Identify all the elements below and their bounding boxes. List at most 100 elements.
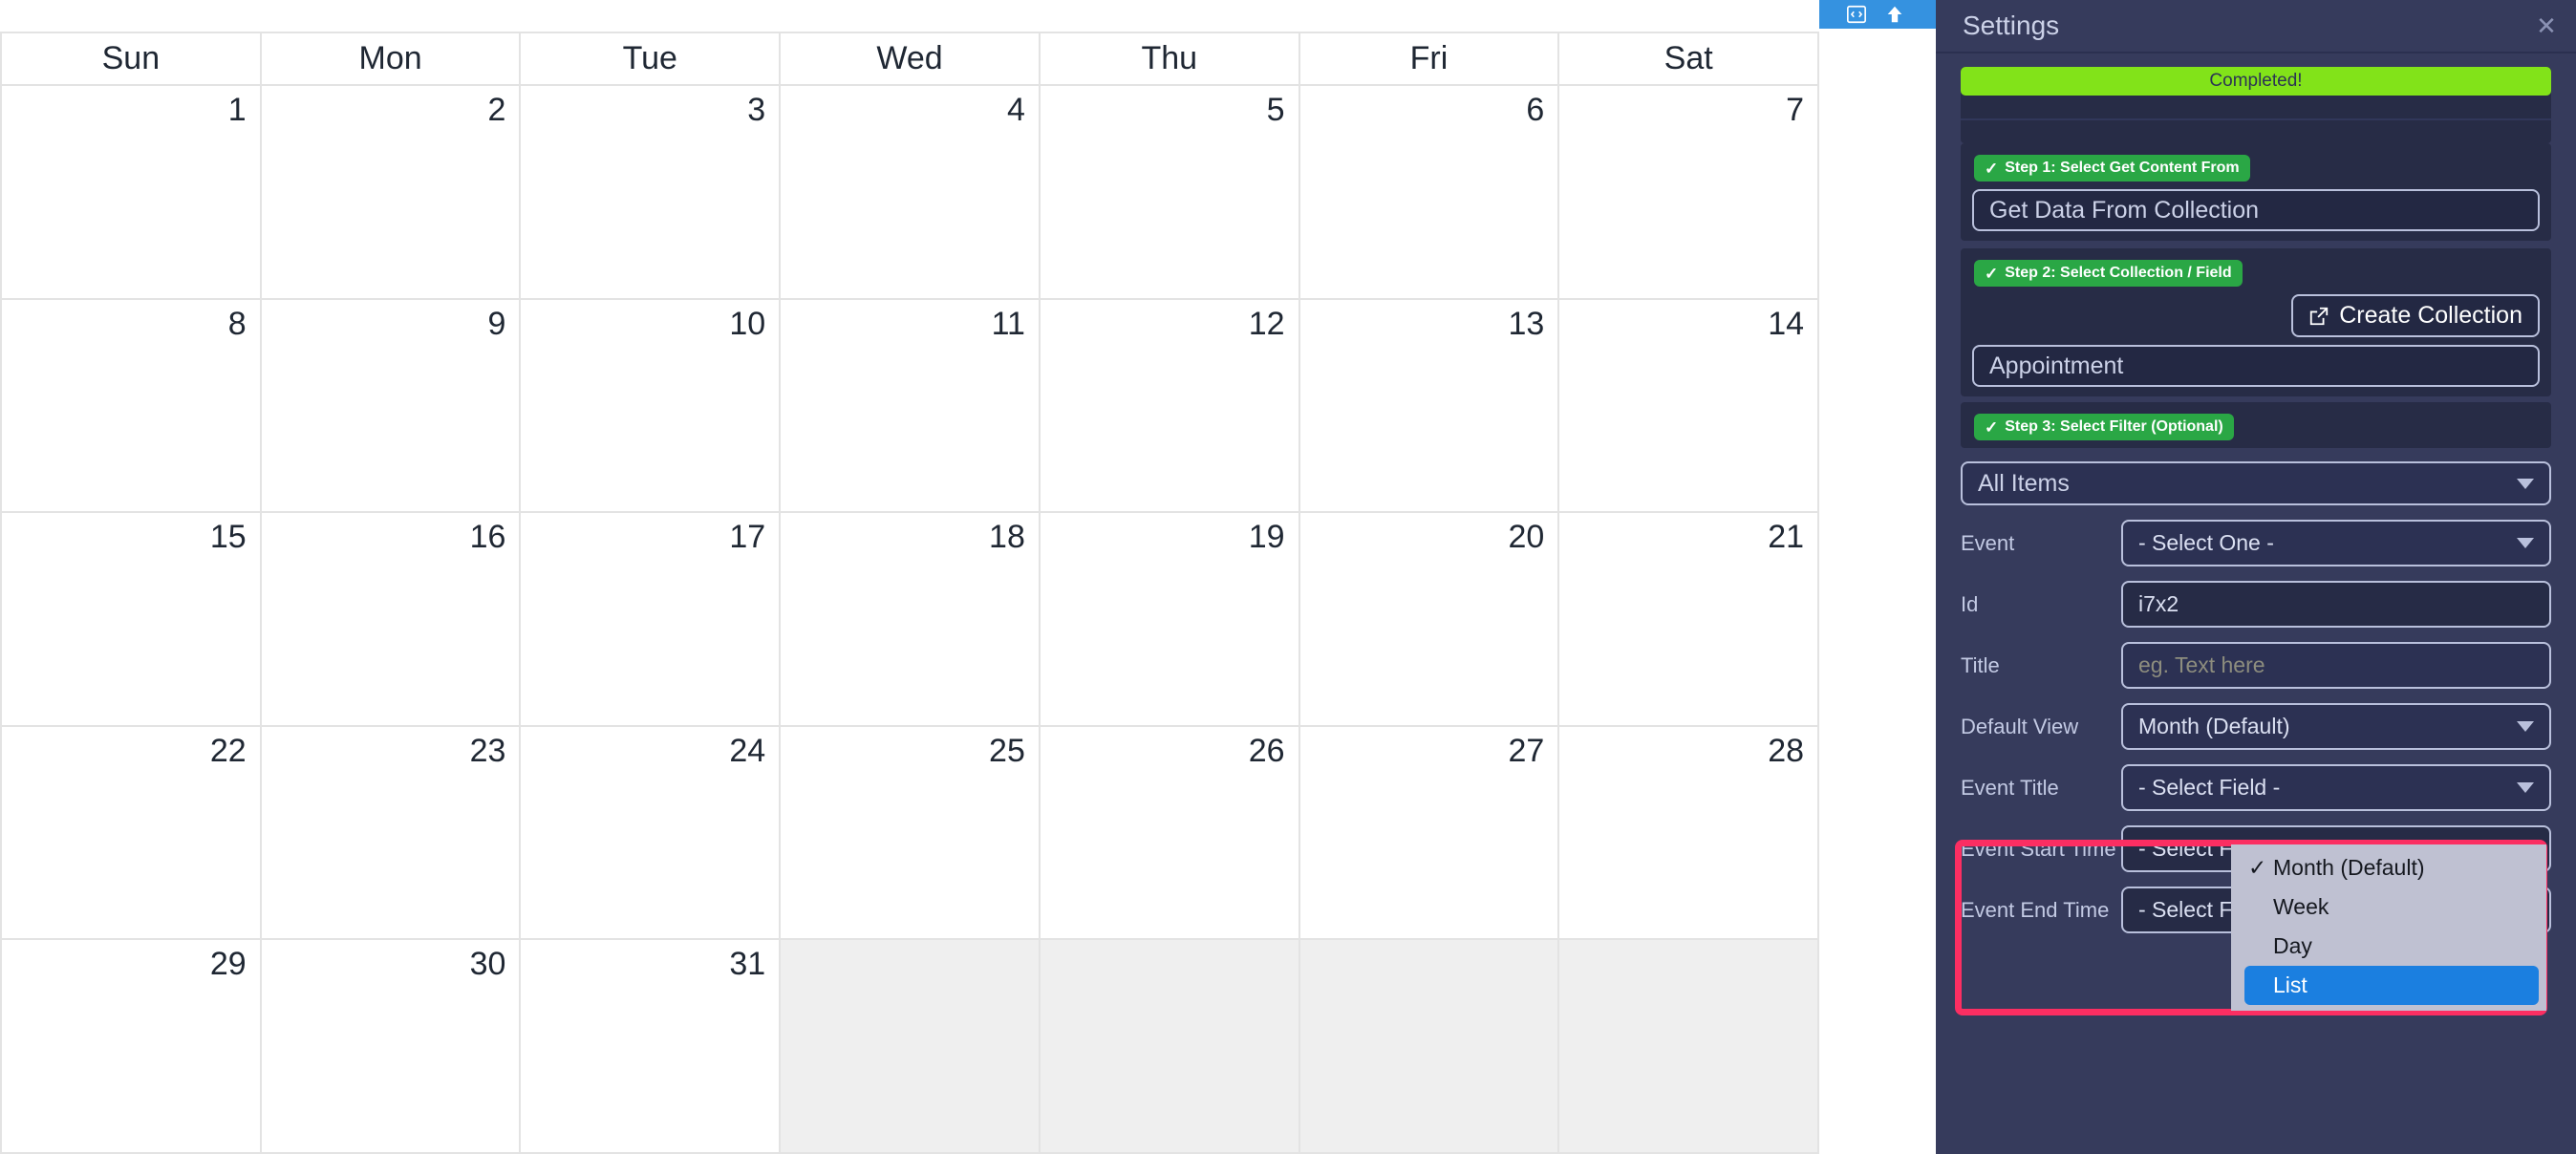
check-icon: ✓: [2248, 855, 2267, 880]
calendar-day-cell[interactable]: 26: [1040, 726, 1300, 941]
calendar-day-cell[interactable]: 28: [1559, 726, 1820, 941]
external-link-icon: [2308, 306, 2329, 327]
field-label: Event: [1961, 530, 2015, 555]
field-row-title: Title eg. Text here: [1961, 642, 2551, 689]
calendar-day-cell[interactable]: [1040, 940, 1300, 1154]
select-value: Month (Default): [2138, 714, 2290, 738]
code-icon[interactable]: [1846, 4, 1867, 25]
close-icon[interactable]: ✕: [2532, 13, 2561, 38]
field-row-event-title: Event Title - Select Field -: [1961, 764, 2551, 811]
field-control: Month (Default): [2121, 703, 2551, 750]
check-icon: ✓: [1985, 417, 1999, 437]
select-event-title[interactable]: - Select Field -: [2121, 764, 2551, 811]
filter-select[interactable]: All Items: [1961, 461, 2551, 505]
dropdown-option-label: Day: [2273, 933, 2312, 958]
dropdown-option-day[interactable]: Day: [2231, 927, 2546, 966]
calendar-day-cell[interactable]: 1: [2, 86, 262, 300]
dropdown-option-month-default-[interactable]: ✓ Month (Default): [2231, 848, 2546, 887]
calendar-day-cell[interactable]: 11: [781, 299, 1041, 514]
dropdown-option-week[interactable]: Week: [2231, 887, 2546, 927]
check-icon: ✓: [1985, 264, 1999, 283]
calendar-day-cell[interactable]: [1299, 940, 1560, 1154]
field-row-event: Event - Select One -: [1961, 520, 2551, 566]
field-control: - Select One -: [2121, 520, 2551, 566]
calendar-day-cell[interactable]: 9: [261, 299, 522, 514]
step-badge-3[interactable]: ✓ Step 3: Select Filter (Optional): [1974, 414, 2234, 440]
calendar-day-cell[interactable]: 14: [1559, 299, 1820, 514]
field-row-default-view: Default View Month (Default): [1961, 703, 2551, 750]
default-view-dropdown[interactable]: ✓ Month (Default) Week Day List: [2231, 844, 2546, 1011]
calendar-day-cell[interactable]: 18: [781, 513, 1041, 727]
calendar-day-cell[interactable]: 12: [1040, 299, 1300, 514]
input-title[interactable]: eg. Text here: [2121, 642, 2551, 689]
select-default-view[interactable]: Month (Default): [2121, 703, 2551, 750]
calendar-day-cell[interactable]: 6: [1299, 86, 1560, 300]
calendar-day-cell[interactable]: 24: [521, 726, 782, 941]
calendar-weekday-mon: Mon: [261, 33, 522, 86]
arrow-up-icon[interactable]: [1884, 4, 1905, 25]
step-2-row: ✓ Step 2: Select Collection / Field: [1961, 254, 2551, 287]
calendar-day-cell[interactable]: 17: [521, 513, 782, 727]
calendar-day-cell[interactable]: 3: [521, 86, 782, 300]
field-row-id: Id i7x2: [1961, 581, 2551, 628]
calendar-day-cell[interactable]: 8: [2, 299, 262, 514]
calendar-weekday-header: Sun Mon Tue Wed Thu Fri Sat: [2, 33, 1820, 86]
panel-title: Settings: [1963, 11, 2060, 40]
calendar-day-cell[interactable]: 31: [521, 940, 782, 1154]
input-value: i7x2: [2138, 591, 2179, 616]
calendar-weekday-sun: Sun: [2, 33, 262, 86]
filter-select-value: All Items: [1978, 469, 2070, 497]
step-3-row: ✓ Step 3: Select Filter (Optional): [1961, 408, 2551, 448]
create-collection-button[interactable]: Create Collection: [2291, 294, 2540, 337]
calendar-day-cell[interactable]: 30: [261, 940, 522, 1154]
calendar-day-cell[interactable]: 7: [1559, 86, 1820, 300]
calendar-day-cell[interactable]: [1559, 940, 1820, 1154]
dropdown-option-label: List: [2273, 972, 2308, 997]
calendar-weekday-fri: Fri: [1299, 33, 1560, 86]
steps-card-3: ✓ Step 3: Select Filter (Optional): [1961, 402, 2551, 448]
content-source-field[interactable]: Get Data From Collection: [1972, 189, 2540, 231]
status-card-divider: [1961, 96, 2551, 120]
step-badge-2[interactable]: ✓ Step 2: Select Collection / Field: [1974, 260, 2243, 287]
calendar-day-cell[interactable]: 19: [1040, 513, 1300, 727]
calendar-day-cell[interactable]: 20: [1299, 513, 1560, 727]
step-badge-label: Step 3: Select Filter (Optional): [2005, 418, 2223, 435]
calendar-day-cell[interactable]: 25: [781, 726, 1041, 941]
select-event[interactable]: - Select One -: [2121, 520, 2551, 566]
calendar-day-cell[interactable]: 23: [261, 726, 522, 941]
steps-card-2: ✓ Step 2: Select Collection / Field Crea…: [1961, 248, 2551, 396]
status-card-spacer: [1961, 120, 2551, 143]
step-badge-1[interactable]: ✓ Step 1: Select Get Content From: [1974, 155, 2250, 182]
status-card: Completed!: [1961, 67, 2551, 143]
calendar-day-cell[interactable]: 13: [1299, 299, 1560, 514]
calendar-day-cell[interactable]: 4: [781, 86, 1041, 300]
calendar-weekday-sat: Sat: [1559, 33, 1820, 86]
steps-card: ✓ Step 1: Select Get Content From Get Da…: [1961, 143, 2551, 241]
calendar-day-cell[interactable]: 21: [1559, 513, 1820, 727]
calendar-day-cell[interactable]: 5: [1040, 86, 1300, 300]
dropdown-option-list[interactable]: List: [2244, 966, 2539, 1005]
calendar-day-cell[interactable]: [781, 940, 1041, 1154]
collection-field[interactable]: Appointment: [1972, 345, 2540, 387]
calendar-day-cell[interactable]: 10: [521, 299, 782, 514]
status-badge: Completed!: [1961, 67, 2551, 96]
field-label: Event End Time: [1961, 897, 2110, 922]
field-label: Default View: [1961, 714, 2079, 738]
chevron-down-icon: [2517, 782, 2534, 793]
calendar-day-cell[interactable]: 29: [2, 940, 262, 1154]
editor-mini-toolbar[interactable]: [1819, 0, 1936, 29]
field-control: i7x2: [2121, 581, 2551, 628]
check-icon: ✓: [1985, 159, 1999, 178]
calendar-week-row: 1234567: [2, 86, 1820, 300]
calendar-day-cell[interactable]: 2: [261, 86, 522, 300]
calendar-day-cell[interactable]: 27: [1299, 726, 1560, 941]
chevron-down-icon: [2517, 478, 2534, 489]
field-label: Event Start Time: [1961, 836, 2116, 861]
settings-panel-body: Completed! ✓ Step 1: Select Get Content …: [1936, 67, 2576, 933]
calendar-day-cell[interactable]: 22: [2, 726, 262, 941]
input-id[interactable]: i7x2: [2121, 581, 2551, 628]
settings-panel-header: Settings ✕: [1936, 0, 2576, 53]
calendar-day-cell[interactable]: 15: [2, 513, 262, 727]
calendar-day-cell[interactable]: 16: [261, 513, 522, 727]
chevron-down-icon: [2517, 721, 2534, 732]
